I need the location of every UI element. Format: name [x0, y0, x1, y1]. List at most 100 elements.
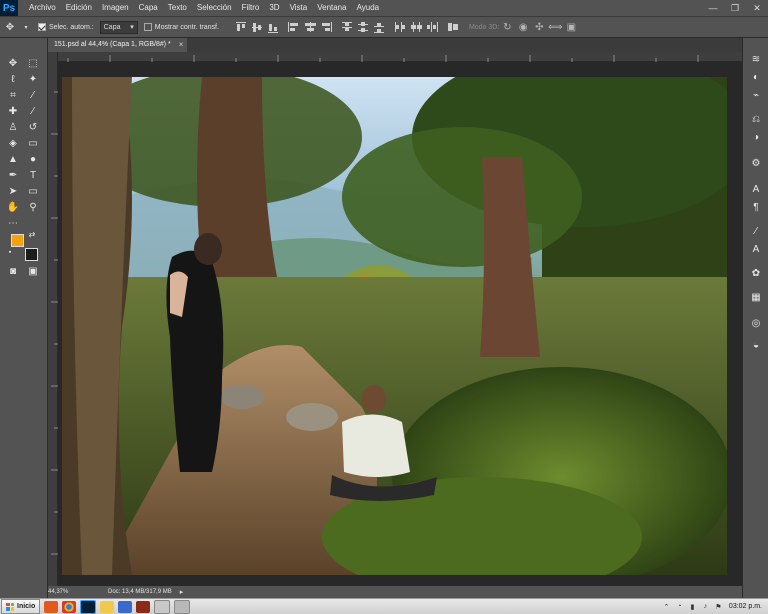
tray-battery-icon[interactable]: ▮ [688, 602, 697, 611]
chrome-icon[interactable] [62, 600, 77, 613]
menu-ayuda[interactable]: Ayuda [352, 0, 385, 16]
document-canvas[interactable] [62, 77, 727, 575]
magic-wand-tool-icon[interactable]: ✦ [26, 72, 40, 86]
styles-icon[interactable]: ◒ [749, 338, 763, 352]
menu-capa[interactable]: Capa [134, 0, 163, 16]
roll-3d-icon[interactable]: ◉ [515, 20, 531, 34]
more-tools-icon[interactable]: ⋯ [6, 216, 20, 230]
swatches-icon[interactable]: ▦ [749, 290, 763, 304]
align-left-edges-icon[interactable] [287, 21, 301, 33]
brush-presets-icon[interactable]: ∕ [749, 224, 763, 238]
zoom-tool-icon[interactable]: ⚲ [26, 200, 40, 214]
menu-ventana[interactable]: Ventana [312, 0, 351, 16]
healing-brush-tool-icon[interactable]: ✚ [6, 104, 20, 118]
align-horizontal-centers-icon[interactable] [303, 21, 317, 33]
paragraph-icon[interactable]: ¶ [749, 200, 763, 214]
auto-select-checkbox[interactable] [38, 23, 46, 31]
clone-stamp-tool-icon[interactable]: ♙ [6, 120, 20, 134]
zoom-level[interactable]: 44,37% [48, 589, 90, 595]
app-icon[interactable] [136, 600, 151, 613]
align-right-edges-icon[interactable] [319, 21, 333, 33]
menu-seleccion[interactable]: Selección [192, 0, 237, 16]
hand-tool-icon[interactable]: ✋ [6, 200, 20, 214]
properties-icon[interactable]: ⚙ [749, 156, 763, 170]
close-icon[interactable]: × [179, 38, 184, 52]
libraries-icon[interactable]: ◎ [749, 316, 763, 330]
scale-3d-icon[interactable]: ▣ [563, 20, 579, 34]
paths-icon[interactable]: ⌁ [749, 88, 763, 102]
chevron-down-icon[interactable]: ▾ [22, 20, 30, 34]
vertical-ruler[interactable] [48, 52, 58, 586]
tray-flag-icon[interactable]: ⚑ [714, 602, 723, 611]
marquee-tool-icon[interactable]: ⬚ [26, 56, 40, 70]
maximize-button[interactable]: ❐ [724, 0, 746, 16]
lasso-tool-icon[interactable]: ℓ [6, 72, 20, 86]
status-menu-icon[interactable]: ▸ [180, 588, 184, 596]
photoshop-taskbar-icon[interactable] [80, 599, 97, 614]
quick-mask-icon[interactable]: ◙ [6, 264, 20, 278]
drag-3d-icon[interactable]: ✣ [531, 20, 547, 34]
brave-browser-icon[interactable] [44, 600, 59, 613]
distribute-left-icon[interactable] [393, 21, 407, 33]
swap-colors-icon[interactable]: ⇄ [28, 230, 36, 239]
minimize-button[interactable]: — [702, 0, 724, 16]
adjustments-icon[interactable]: ◑ [749, 130, 763, 144]
document-info[interactable]: Doc: 13,4 MB/317,9 MB [90, 589, 172, 595]
default-colors-icon[interactable]: ▪ [6, 248, 14, 256]
close-button[interactable]: ✕ [746, 0, 768, 16]
background-color-swatch[interactable] [25, 248, 38, 261]
path-selection-tool-icon[interactable]: ➤ [6, 184, 20, 198]
type-tool-icon[interactable]: T [26, 168, 40, 182]
menu-archivo[interactable]: Archivo [24, 0, 61, 16]
menu-imagen[interactable]: Imagen [97, 0, 134, 16]
tray-volume-icon[interactable]: ♪ [701, 602, 710, 611]
window-icon[interactable] [154, 599, 171, 614]
align-vertical-centers-icon[interactable] [250, 21, 264, 33]
distribute-right-icon[interactable] [425, 21, 439, 33]
distribute-horizontal-centers-icon[interactable] [409, 21, 423, 33]
tray-expand-icon[interactable]: ⌃ [662, 602, 671, 611]
tray-network-icon[interactable]: ◔ [675, 602, 684, 611]
align-bottom-edges-icon[interactable] [266, 21, 280, 33]
start-button[interactable]: Inicio [1, 599, 41, 614]
distribute-top-icon[interactable] [340, 21, 354, 33]
auto-align-layers-icon[interactable] [446, 21, 460, 33]
menu-texto[interactable]: Texto [163, 0, 192, 16]
document-tab[interactable]: 151.psd al 44,4% (Capa 1, RGB/8#) * × [48, 38, 188, 52]
pen-tool-icon[interactable]: ✒ [6, 168, 20, 182]
distribute-bottom-icon[interactable] [372, 21, 386, 33]
screen-mode-icon[interactable]: ▣ [26, 264, 40, 278]
distribute-vertical-centers-icon[interactable] [356, 21, 370, 33]
dodge-tool-icon[interactable]: ● [26, 152, 40, 166]
slide-3d-icon[interactable]: ⟺ [547, 20, 563, 34]
layers-icon[interactable]: ≋ [749, 52, 763, 66]
menu-3d[interactable]: 3D [264, 0, 284, 16]
rectangle-tool-icon[interactable]: ▭ [26, 184, 40, 198]
eyedropper-tool-icon[interactable]: ⁄ [26, 88, 40, 102]
menu-vista[interactable]: Vista [285, 0, 313, 16]
window-icon-2[interactable] [174, 599, 191, 614]
file-explorer-icon[interactable] [100, 600, 115, 613]
clock[interactable]: 03:02 p.m. [729, 603, 762, 610]
blur-tool-icon[interactable]: ▲ [6, 152, 20, 166]
menu-filtro[interactable]: Filtro [237, 0, 265, 16]
eraser-tool-icon[interactable]: ◈ [6, 136, 20, 150]
auto-select-target-select[interactable]: Capa ▾ [99, 20, 138, 34]
gradient-tool-icon[interactable]: ▭ [26, 136, 40, 150]
align-top-edges-icon[interactable] [234, 21, 248, 33]
orbit-3d-icon[interactable]: ↻ [499, 20, 515, 34]
crop-tool-icon[interactable]: ⌗ [6, 88, 20, 102]
history-brush-tool-icon[interactable]: ↺ [26, 120, 40, 134]
show-transform-checkbox[interactable] [143, 23, 152, 31]
move-tool-preset-icon[interactable]: ✥ [2, 20, 18, 34]
brush-tool-icon[interactable]: ∕ [26, 104, 40, 118]
horizontal-ruler[interactable] [48, 52, 742, 62]
tool-presets-icon[interactable]: ✿ [749, 266, 763, 280]
image-viewer-icon[interactable] [118, 600, 133, 613]
channels-icon[interactable]: ◐ [749, 70, 763, 84]
foreground-color-swatch[interactable] [11, 234, 24, 247]
history-icon[interactable]: ⎌ [749, 112, 763, 126]
move-tool-icon[interactable]: ✥ [6, 56, 20, 70]
character-icon[interactable]: A [749, 182, 763, 196]
menu-edicion[interactable]: Edición [61, 0, 97, 16]
